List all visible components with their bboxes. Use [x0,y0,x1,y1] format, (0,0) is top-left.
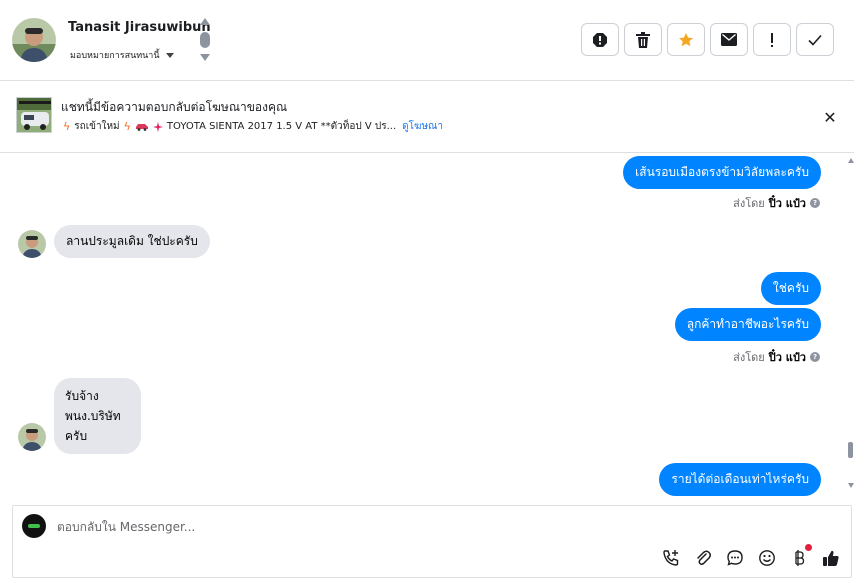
phone-plus-icon [663,550,679,566]
ad-thumbnail[interactable] [16,97,52,133]
reply-input[interactable] [57,517,757,537]
contact-avatar-small[interactable] [18,423,46,451]
composer-toolbar [661,544,841,568]
alert-circle-icon [593,32,607,47]
notification-dot [805,544,812,551]
saved-replies-button[interactable] [725,548,745,568]
chat-bubble-icon [727,550,743,566]
lightning-icon: ϟ [63,120,71,133]
mark-done-button[interactable] [796,23,834,56]
sender-name[interactable]: ปิ๋ว แป๋ว [769,194,806,212]
assign-label: มอบหมายการสนทนานี้ [70,51,160,61]
view-ad-link[interactable]: ดูโฆษณา [402,119,443,134]
envelope-icon [721,33,737,46]
scrollbar-thumb[interactable] [848,442,853,458]
currency-icon [795,550,805,566]
paperclip-icon [697,550,711,565]
contact-name[interactable]: Tanasit Jirasuwibun [68,20,211,35]
smiley-icon [759,550,775,566]
car-icon [135,124,148,131]
like-button[interactable] [821,548,841,568]
delete-button[interactable] [624,23,662,56]
conversation-header: Tanasit Jirasuwibun มอบหมายการสนทนานี้ [0,0,854,81]
scroll-up-arrow-icon[interactable] [848,158,854,163]
follow-up-button[interactable] [753,23,791,56]
contact-avatar[interactable] [12,18,56,62]
ad-banner-title: แชทนี้มีข้อความตอบกลับต่อโฆษณาของคุณ [61,100,288,114]
attach-button[interactable] [693,548,713,568]
contact-avatar-small[interactable] [18,230,46,258]
sent-by-prefix: ส่งโดย [733,351,765,364]
star-icon [679,32,693,46]
sparkle-icon [152,121,163,132]
thread-scrollbar[interactable] [846,153,854,503]
ad-subtitle-text: TOYOTA SIENTA 2017 1.5 V AT **ตัวท็อป V … [166,121,397,132]
assign-conversation-dropdown[interactable]: มอบหมายการสนทนานี้ [70,48,174,62]
outgoing-message[interactable]: ลูกค้าทำอาชีพอะไรครับ [674,308,821,341]
ad-reply-banner: แชทนี้มีข้อความตอบกลับต่อโฆษณาของคุณ ϟ ร… [0,81,854,153]
exclamation-icon [771,32,773,47]
scroll-down-arrow-icon[interactable] [848,483,854,488]
sent-by-prefix: ส่งโดย [733,197,765,210]
sent-by-label: ส่งโดย ปิ๋ว แป๋ว ? [733,348,820,366]
conversation-toolbar [581,23,834,56]
outgoing-message[interactable]: เส้นรอบเมืองตรงข้ามวิลัยพละครับ [623,156,821,189]
lightning-icon: ϟ [123,120,131,133]
ad-banner-subtitle: ϟ รถเข้าใหม่ ϟ TOYOTA SIENTA 2017 1.5 V … [63,119,443,134]
checkmark-icon [808,34,822,46]
message-line: รับจ้าง [65,389,99,403]
chevron-up-icon[interactable] [200,18,210,25]
report-spam-button[interactable] [581,23,619,56]
close-icon[interactable]: ✕ [821,108,839,127]
info-icon[interactable]: ? [810,198,820,208]
payment-button[interactable] [789,544,812,568]
message-line: พนง.บริษัท [65,409,121,423]
trash-icon [636,31,650,48]
info-icon[interactable]: ? [810,352,820,362]
conversation-nav-stepper[interactable] [199,18,211,64]
outgoing-message[interactable]: รายได้ต่อเดือนเท่าไหร่ครับ [659,463,821,496]
chevron-down-icon[interactable] [200,54,210,61]
thumbs-up-icon [823,550,839,566]
call-button[interactable] [661,548,681,568]
incoming-message[interactable]: รับจ้าง พนง.บริษัท ครับ [54,378,141,454]
incoming-message[interactable]: ลานประมูลเดิม ใช่ปะครับ [54,225,210,258]
ad-subtitle-prefix: รถเข้าใหม่ [74,121,120,132]
mark-unread-button[interactable] [710,23,748,56]
caret-down-icon [165,52,174,58]
message-composer [12,505,852,578]
emoji-button[interactable] [757,548,777,568]
message-thread[interactable]: เส้นรอบเมืองตรงข้ามวิลัยพละครับ ส่งโดย ป… [0,153,854,503]
stepper-handle [200,32,210,48]
sender-name[interactable]: ปิ๋ว แป๋ว [769,348,806,366]
message-line: ครับ [65,429,88,443]
star-button[interactable] [667,23,705,56]
outgoing-message[interactable]: ใช่ครับ [760,272,821,305]
sent-by-label: ส่งโดย ปิ๋ว แป๋ว ? [733,194,820,212]
page-avatar [22,514,46,538]
